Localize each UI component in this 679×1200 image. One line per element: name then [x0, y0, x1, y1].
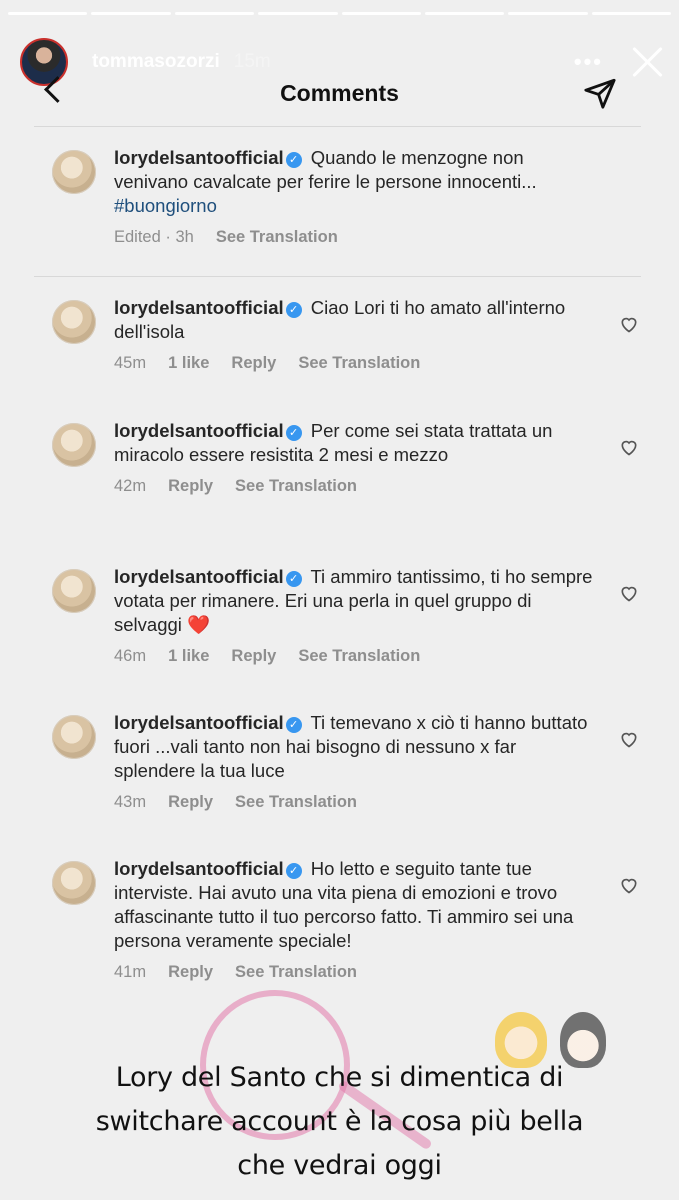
verified-badge-icon: ✓ — [285, 152, 302, 168]
comment-time: 43m — [114, 793, 147, 811]
progress-segment — [591, 12, 671, 15]
comment-username[interactable]: lorydelsantoofficial — [114, 858, 284, 879]
reply-button[interactable]: Reply — [168, 477, 213, 496]
list-item: lorydelsantoofficial ✓ Ti temevano x ciò … — [52, 711, 639, 812]
progress-segment — [424, 12, 505, 15]
reply-button[interactable]: Reply — [231, 647, 276, 666]
list-item: lorydelsantoofficial ✓ Per come sei stata… — [52, 419, 639, 496]
caption-comment: lorydelsantoofficial ✓ Quando le menzogne… — [52, 146, 639, 247]
comment-meta: 43m Reply See Translation — [114, 793, 639, 812]
comment-username[interactable]: lorydelsantoofficial — [114, 712, 284, 733]
list-item: lorydelsantoofficial ✓ Ti ammiro tantissi… — [52, 565, 639, 666]
heart-icon[interactable] — [619, 314, 639, 334]
comments-nav-bar: Comments — [0, 72, 679, 116]
comment-time: 46m — [114, 647, 147, 665]
page-title: Comments — [280, 80, 399, 106]
comment-username[interactable]: lorydelsantoofficial — [114, 566, 284, 587]
likes-count[interactable]: 1 like — [168, 647, 209, 666]
comment-body: lorydelsantoofficial ✓ Ti ammiro tantissi… — [114, 565, 639, 637]
caption-line: switchare account è la cosa più bella — [95, 1106, 584, 1137]
verified-badge-icon: ✓ — [285, 302, 302, 318]
comment-body: lorydelsantoofficial ✓ Ciao Lori ti ho am… — [114, 296, 639, 344]
list-item: lorydelsantoofficial ✓ Ciao Lori ti ho am… — [52, 296, 639, 373]
story-time: 15m — [233, 51, 271, 72]
avatar[interactable] — [52, 569, 96, 613]
list-item: lorydelsantoofficial ✓ Ho letto e seguito… — [52, 857, 639, 982]
comment-username[interactable]: lorydelsantoofficial — [114, 297, 284, 318]
reply-button[interactable]: Reply — [231, 354, 276, 373]
see-translation-button[interactable]: See Translation — [235, 477, 357, 496]
reply-button[interactable]: Reply — [168, 793, 213, 812]
progress-segment — [174, 12, 255, 15]
comment-body: lorydelsantoofficial ✓ Ho letto e seguito… — [114, 857, 639, 953]
verified-badge-icon: ✓ — [285, 863, 302, 879]
heart-icon[interactable] — [619, 875, 639, 895]
avatar[interactable] — [52, 300, 96, 344]
see-translation-button[interactable]: See Translation — [235, 793, 357, 812]
avatar[interactable] — [52, 423, 96, 467]
story-username[interactable]: tommasozorzi — [92, 51, 220, 73]
see-translation-button[interactable]: See Translation — [235, 963, 357, 982]
avatar[interactable] — [52, 715, 96, 759]
hashtag-link[interactable]: #buongiorno — [114, 195, 217, 216]
comment-username[interactable]: lorydelsantoofficial — [114, 147, 284, 168]
avatar[interactable] — [52, 861, 96, 905]
verified-badge-icon: ✓ — [285, 717, 302, 733]
verified-badge-icon: ✓ — [285, 571, 302, 587]
reply-button[interactable]: Reply — [168, 963, 213, 982]
verified-badge-icon: ✓ — [285, 425, 302, 441]
comment-meta: 45m 1 like Reply See Translation — [114, 354, 639, 373]
comment-body: lorydelsantoofficial ✓ Quando le menzogne… — [114, 146, 639, 218]
heart-icon[interactable] — [619, 729, 639, 749]
see-translation-button[interactable]: See Translation — [298, 354, 420, 373]
divider — [34, 126, 641, 127]
comment-meta: Edited · 3h See Translation — [114, 228, 639, 247]
paper-plane-icon[interactable] — [583, 76, 617, 110]
caption-line: che vedrai oggi — [237, 1150, 442, 1181]
comment-body: lorydelsantoofficial ✓ Ti temevano x ciò … — [114, 711, 639, 783]
see-translation-button[interactable]: See Translation — [298, 647, 420, 666]
comment-meta: 46m 1 like Reply See Translation — [114, 647, 639, 666]
caption-line: Lory del Santo che si dimentica di — [115, 1062, 564, 1093]
comment-username[interactable]: lorydelsantoofficial — [114, 420, 284, 441]
avatar[interactable] — [52, 150, 96, 194]
edited-label: Edited · 3h — [114, 228, 194, 246]
progress-segment — [91, 12, 171, 15]
progress-segment — [258, 12, 338, 15]
progress-segment — [341, 12, 421, 15]
heart-icon[interactable] — [619, 437, 639, 457]
likes-count[interactable]: 1 like — [168, 354, 209, 373]
comment-time: 45m — [114, 354, 147, 372]
comment-time: 42m — [114, 477, 147, 495]
progress-segment — [8, 12, 88, 15]
story-progress-bar — [8, 12, 671, 15]
story-caption: Lory del Santo che si dimentica di switc… — [0, 1056, 679, 1188]
comment-time: 41m — [114, 963, 147, 981]
comment-body: lorydelsantoofficial ✓ Per come sei stata… — [114, 419, 639, 467]
comment-meta: 42m Reply See Translation — [114, 477, 639, 496]
comment-meta: 41m Reply See Translation — [114, 963, 639, 982]
progress-segment — [508, 12, 588, 15]
divider — [34, 276, 641, 277]
see-translation-button[interactable]: See Translation — [216, 228, 338, 247]
heart-icon[interactable] — [619, 583, 639, 603]
